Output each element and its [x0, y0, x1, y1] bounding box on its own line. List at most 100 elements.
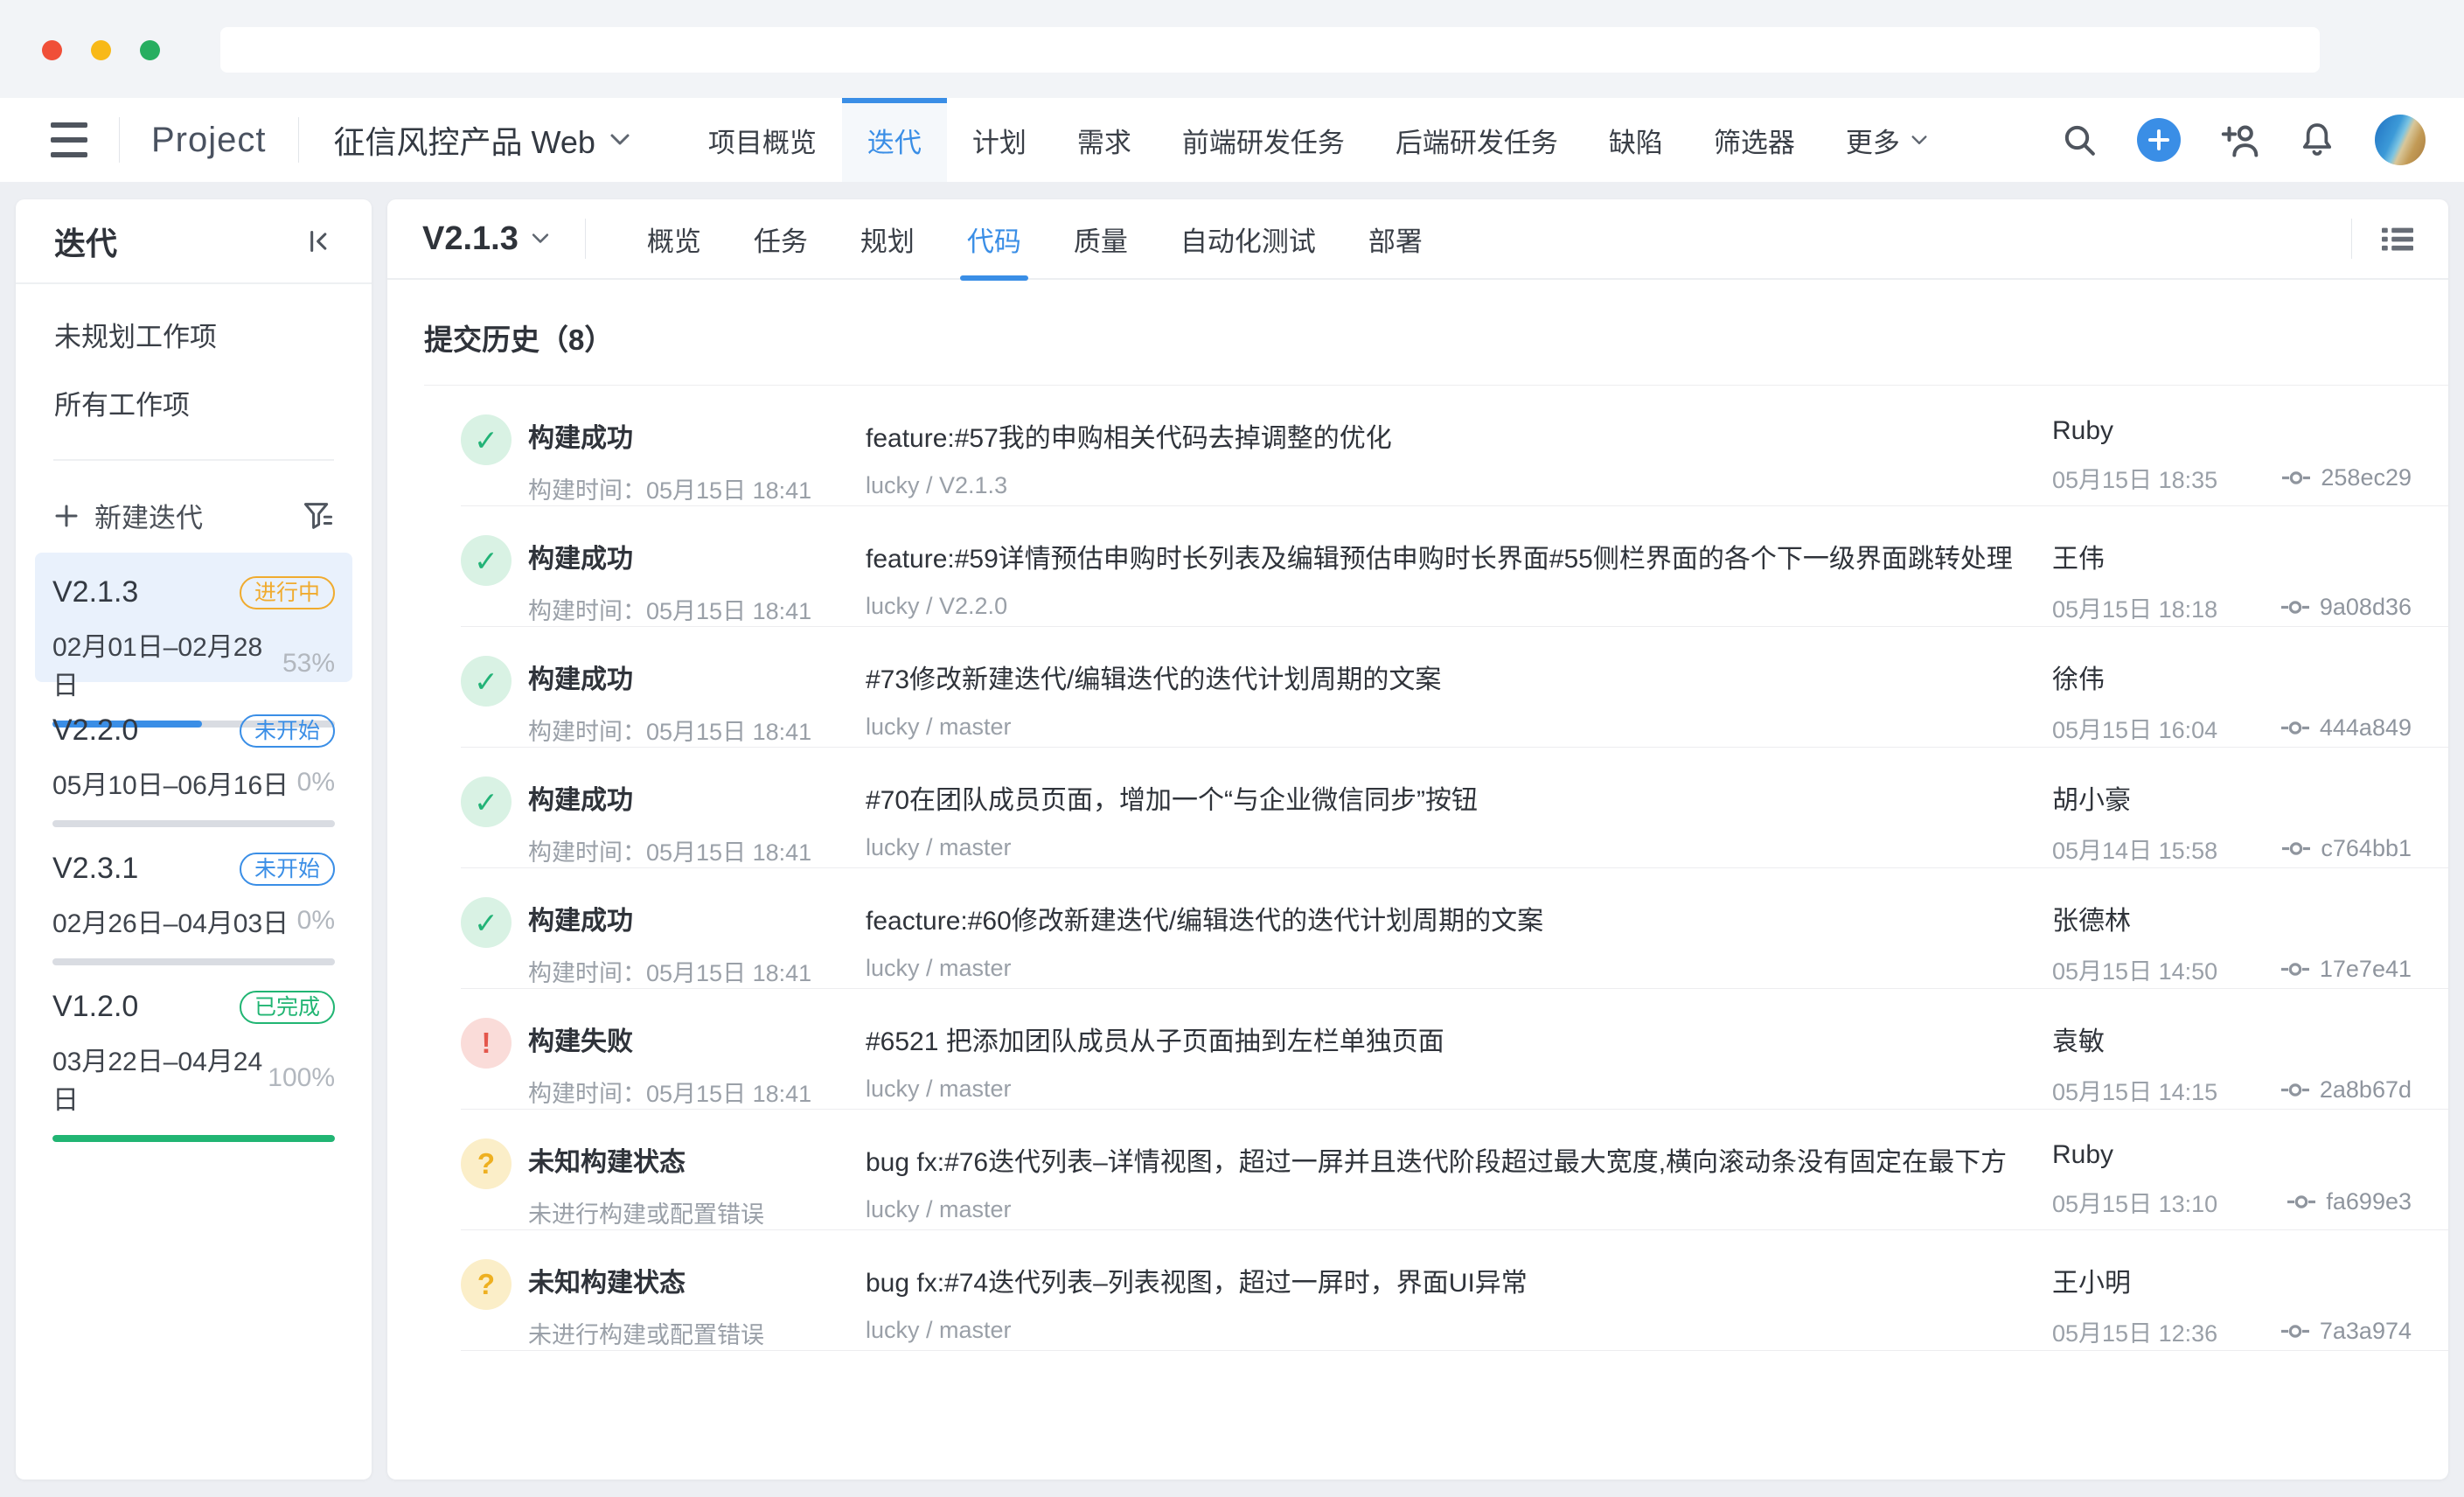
nav-tab[interactable]: 前端研发任务	[1157, 98, 1370, 182]
nav-tab[interactable]: 筛选器	[1688, 98, 1820, 182]
commit-hash-text: 2a8b67d	[2320, 1076, 2412, 1104]
commit-hash[interactable]: c764bb1	[2282, 835, 2412, 862]
build-status-sub: 未进行构建或配置错误	[528, 1316, 764, 1350]
project-selector[interactable]: 征信风控产品 Web	[334, 117, 630, 163]
commit-row[interactable]: 构建成功 构建时间：05月15日 18:41 feature:#59详情预估申购…	[461, 506, 2448, 627]
top-navigation-bar: Project 征信风控产品 Web 项目概览 迭代 计划 需求 前端研发任务 …	[0, 98, 2464, 182]
nav-tab-label: 计划	[972, 121, 1027, 160]
build-status-sub: 构建时间：05月15日 18:41	[528, 471, 811, 505]
create-button[interactable]	[2137, 118, 2181, 162]
build-status-icon	[461, 897, 512, 948]
commit-date: 05月15日 14:15	[2052, 1073, 2217, 1107]
build-status-icon	[461, 535, 512, 586]
iteration-name: V2.2.0	[52, 714, 138, 748]
commit-hash[interactable]: 9a08d36	[2281, 594, 2412, 621]
sidebar-item-all[interactable]: 所有工作项	[54, 391, 333, 421]
commit-branch: lucky / V2.1.3	[866, 472, 2052, 499]
build-status-label: 构建成功	[528, 537, 811, 575]
commit-row[interactable]: 未知构建状态 未进行构建或配置错误 bug fx:#74迭代列表–列表视图，超过…	[461, 1230, 2448, 1351]
panel-tab-label: 概览	[647, 219, 701, 259]
commit-hash[interactable]: 444a849	[2281, 714, 2412, 742]
iteration-item[interactable]: V2.1.3 进行中 02月01日–02月28日 53%	[35, 553, 352, 682]
build-status-sub: 构建时间：05月15日 18:41	[528, 954, 811, 988]
filter-icon[interactable]	[303, 502, 333, 530]
build-status-label: 构建成功	[528, 899, 811, 937]
commit-message: bug fx:#74迭代列表–列表视图，超过一屏时，界面UI异常	[866, 1261, 2052, 1299]
window-close-button[interactable]	[42, 40, 62, 60]
iteration-title: V2.1.3	[422, 220, 519, 258]
commit-hash[interactable]: fa699e3	[2287, 1188, 2412, 1215]
commit-row[interactable]: 构建成功 构建时间：05月15日 18:41 feacture:#60修改新建迭…	[461, 868, 2448, 989]
iteration-item[interactable]: V1.2.0 已完成 03月22日–04月24日 100%	[35, 967, 352, 1097]
commit-branch: lucky / master	[866, 1076, 2052, 1103]
git-commit-icon	[2281, 598, 2309, 616]
commit-row[interactable]: 构建失败 构建时间：05月15日 18:41 #6521 把添加团队成员从子页面…	[461, 989, 2448, 1110]
build-status-icon	[461, 1018, 512, 1069]
commit-row[interactable]: 构建成功 构建时间：05月15日 18:41 #70在团队成员页面，增加一个“与…	[461, 748, 2448, 868]
commit-message: feature:#59详情预估申购时长列表及编辑预估申购时长界面#55侧栏界面的…	[866, 537, 2052, 575]
panel-tab-label: 自动化测试	[1180, 219, 1316, 259]
collapse-sidebar-icon[interactable]	[307, 229, 333, 254]
panel-tabs: 概览 任务 规划 代码 质量 自动化测试 部署	[621, 198, 1449, 279]
commit-author: 胡小豪	[2052, 778, 2412, 817]
sidebar-header: 迭代	[16, 199, 372, 284]
nav-tab[interactable]: 缺陷	[1584, 98, 1688, 182]
commit-date: 05月14日 15:58	[2052, 832, 2217, 866]
window-minimize-button[interactable]	[91, 40, 111, 60]
panel-tab[interactable]: 质量	[1048, 198, 1154, 279]
iteration-dates: 02月26日–04月03日	[52, 902, 289, 940]
commit-branch: lucky / master	[866, 1317, 2052, 1344]
iteration-item[interactable]: V2.2.0 未开始 05月10日–06月16日 0%	[35, 691, 352, 820]
panel-tab[interactable]: 任务	[727, 198, 834, 279]
divider	[53, 459, 334, 461]
iteration-item[interactable]: V2.3.1 未开始 02月26日–04月03日 0%	[35, 829, 352, 958]
iteration-detail-panel: V2.1.3 概览 任务 规划 代码 质量 自动化测试 部署 提交历史（8） 构…	[387, 199, 2448, 1480]
panel-header: V2.1.3 概览 任务 规划 代码 质量 自动化测试 部署	[387, 199, 2448, 280]
panel-tab[interactable]: 自动化测试	[1154, 198, 1342, 279]
notification-bell-icon[interactable]	[2300, 122, 2335, 158]
nav-tab[interactable]: 计划	[947, 98, 1052, 182]
panel-tab-label: 规划	[860, 219, 915, 259]
commit-row[interactable]: 未知构建状态 未进行构建或配置错误 bug fx:#76迭代列表–详情视图，超过…	[461, 1110, 2448, 1230]
panel-tab[interactable]: 代码	[941, 198, 1048, 279]
nav-tab-label: 缺陷	[1609, 121, 1663, 160]
panel-tab[interactable]: 规划	[834, 198, 941, 279]
panel-tab[interactable]: 部署	[1342, 198, 1449, 279]
nav-tab[interactable]: 项目概览	[683, 98, 842, 182]
search-icon[interactable]	[2062, 122, 2097, 157]
chevron-down-icon	[1911, 135, 1928, 146]
sidebar-item-unplanned[interactable]: 未规划工作项	[54, 323, 333, 352]
iteration-sidebar: 迭代 未规划工作项 所有工作项 新建迭代 V2.1.3 进行中 02月01日–0…	[16, 199, 372, 1480]
list-view-icon[interactable]	[2382, 226, 2413, 252]
nav-tab-label: 筛选器	[1714, 121, 1795, 160]
commit-hash[interactable]: 2a8b67d	[2281, 1076, 2412, 1104]
divider	[119, 117, 120, 163]
nav-tab[interactable]: 后端研发任务	[1370, 98, 1584, 182]
nav-tab[interactable]: 迭代	[842, 98, 947, 182]
browser-address-bar[interactable]	[220, 27, 2320, 73]
panel-tab[interactable]: 概览	[621, 198, 727, 279]
commit-hash[interactable]: 258ec29	[2282, 464, 2412, 491]
new-iteration-button[interactable]: 新建迭代	[54, 496, 333, 535]
commit-branch: lucky / V2.2.0	[866, 593, 2052, 620]
window-maximize-button[interactable]	[140, 40, 160, 60]
commit-message: #70在团队成员页面，增加一个“与企业微信同步”按钮	[866, 778, 2052, 817]
commit-row[interactable]: 构建成功 构建时间：05月15日 18:41 #73修改新建迭代/编辑迭代的迭代…	[461, 627, 2448, 748]
commit-hash[interactable]: 17e7e41	[2281, 956, 2412, 983]
add-member-icon[interactable]	[2221, 122, 2259, 157]
iteration-progress-fill	[52, 1135, 335, 1142]
commit-row[interactable]: 构建成功 构建时间：05月15日 18:41 feature:#57我的申购相关…	[461, 386, 2448, 506]
iteration-title-dropdown[interactable]: V2.1.3	[422, 220, 550, 258]
build-status-icon	[461, 1259, 512, 1310]
commit-message: feature:#57我的申购相关代码去掉调整的优化	[866, 416, 2052, 455]
commit-author: Ruby	[2052, 1140, 2412, 1170]
commit-branch: lucky / master	[866, 834, 2052, 861]
iteration-dates: 05月10日–06月16日	[52, 763, 289, 802]
commit-date: 05月15日 12:36	[2052, 1314, 2217, 1348]
panel-tab-label: 质量	[1074, 219, 1128, 259]
nav-tab[interactable]: 更多	[1820, 98, 1953, 182]
commit-hash[interactable]: 7a3a974	[2281, 1318, 2412, 1345]
menu-icon[interactable]	[51, 122, 87, 157]
user-avatar[interactable]	[2375, 115, 2426, 165]
nav-tab[interactable]: 需求	[1052, 98, 1157, 182]
